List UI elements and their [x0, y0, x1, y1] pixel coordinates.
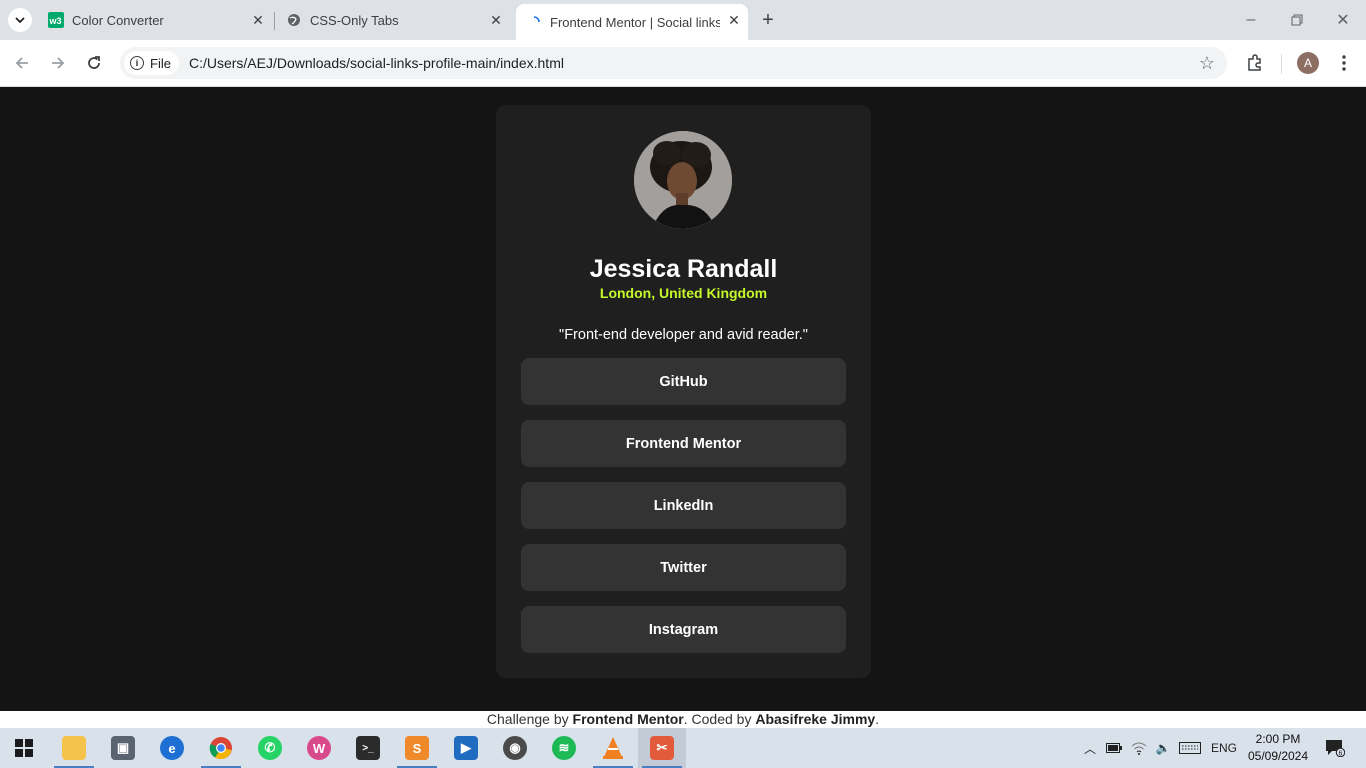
chevron-down-icon — [15, 17, 25, 24]
taskbar-whatsapp[interactable]: ✆ — [246, 728, 294, 768]
language-indicator[interactable]: ENG — [1206, 728, 1242, 768]
tab-title: CSS-Only Tabs — [310, 12, 399, 28]
tab-strip: w3 Color Converter ✕ CSS-Only Tabs ✕ Fro… — [0, 0, 1366, 40]
taskbar-sublime-text[interactable]: S — [393, 728, 441, 768]
whatsapp-icon: ✆ — [258, 736, 282, 760]
chrome-icon — [209, 737, 232, 760]
notification-center-icon[interactable]: 6 — [1320, 728, 1350, 768]
clock-date: 05/09/2024 — [1247, 749, 1309, 763]
info-icon: i — [130, 56, 144, 70]
sublime-text-icon: S — [405, 736, 429, 760]
attribution-footer: Challenge by Frontend Mentor. Coded by A… — [0, 711, 1366, 728]
clock[interactable]: 2:00 PM 05/09/2024 — [1244, 731, 1312, 765]
taskbar-snipping-tool[interactable]: ✂ — [638, 728, 686, 768]
site-info-chip[interactable]: i File — [124, 51, 179, 75]
page-viewport: Jessica Randall London, United Kingdom "… — [0, 87, 1366, 711]
taskbar-file-explorer[interactable] — [50, 728, 98, 768]
taskbar-video-editor[interactable]: ▶ — [442, 728, 490, 768]
linkedin-link-button[interactable]: LinkedIn — [521, 482, 846, 529]
restore-icon[interactable] — [1285, 8, 1309, 32]
minimize-icon[interactable]: – — [1239, 8, 1263, 32]
toolbar-divider — [1281, 54, 1282, 74]
loading-icon — [526, 14, 542, 30]
footer-suffix: . — [875, 711, 880, 727]
profile-name: Jessica Randall — [589, 255, 778, 283]
notification-count: 6 — [1339, 750, 1343, 757]
tab-frontend-mentor[interactable]: Frontend Mentor | Social links p ✕ — [516, 4, 748, 40]
menu-kebab-icon[interactable] — [1332, 51, 1356, 75]
close-icon[interactable]: ✕ — [250, 12, 266, 28]
tab-title: Frontend Mentor | Social links p — [550, 14, 720, 30]
battery-icon[interactable] — [1103, 728, 1125, 768]
edge-icon: e — [160, 736, 184, 760]
taskbar-vlc[interactable] — [589, 728, 637, 768]
tab-search-button[interactable] — [8, 8, 32, 32]
instagram-link-button[interactable]: Instagram — [521, 606, 846, 653]
folder-icon — [62, 736, 86, 760]
profile-bio: "Front-end developer and avid reader." — [559, 327, 808, 343]
author-footer-link[interactable]: Abasifreke Jimmy — [755, 711, 875, 727]
extensions-icon[interactable] — [1243, 51, 1267, 75]
video-editor-icon: ▶ — [454, 736, 478, 760]
taskbar-edge[interactable]: e — [148, 728, 196, 768]
profile-card: Jessica Randall London, United Kingdom "… — [496, 105, 871, 678]
wifi-icon[interactable] — [1128, 728, 1150, 768]
taskbar-store[interactable]: ▣ — [99, 728, 147, 768]
taskbar-chrome[interactable] — [197, 728, 245, 768]
browser-toolbar: i File C:/Users/AEJ/Downloads/social-lin… — [0, 40, 1366, 87]
twitter-link-button[interactable]: Twitter — [521, 544, 846, 591]
wps-office-icon: W — [307, 736, 331, 760]
taskbar-wps-office[interactable]: W — [295, 728, 343, 768]
forward-icon[interactable] — [46, 51, 70, 75]
tab-color-converter[interactable]: w3 Color Converter ✕ — [40, 4, 272, 36]
taskbar-spotify[interactable]: ≋ — [540, 728, 588, 768]
media-player-icon: ◉ — [503, 736, 527, 760]
avatar — [634, 131, 732, 229]
github-link-button[interactable]: GitHub — [521, 358, 846, 405]
scheme-label: File — [150, 55, 171, 71]
footer-middle: . Coded by — [683, 711, 756, 727]
back-icon[interactable] — [10, 51, 34, 75]
close-icon[interactable]: ✕ — [726, 12, 742, 28]
svg-text:w3: w3 — [49, 16, 62, 26]
spotify-icon: ≋ — [552, 736, 576, 760]
frontend-mentor-footer-link[interactable]: Frontend Mentor — [573, 711, 684, 727]
windows-logo-icon — [15, 739, 33, 757]
profile-location: London, United Kingdom — [599, 285, 768, 301]
frontend-mentor-link-button[interactable]: Frontend Mentor — [521, 420, 846, 467]
show-hidden-icons-chevron-icon[interactable]: ︿ — [1080, 728, 1100, 768]
volume-icon[interactable]: 🔈 — [1152, 728, 1174, 768]
profile-avatar[interactable]: A — [1297, 52, 1319, 74]
terminal-icon: >_ — [356, 736, 380, 760]
address-bar[interactable]: i File C:/Users/AEJ/Downloads/social-lin… — [120, 47, 1227, 79]
footer-prefix: Challenge by — [486, 711, 573, 727]
bookmark-star-icon[interactable]: ☆ — [1197, 53, 1217, 73]
vlc-icon — [603, 737, 623, 759]
tab-title: Color Converter — [72, 12, 164, 28]
taskbar-media-player[interactable]: ◉ — [491, 728, 539, 768]
start-button[interactable] — [0, 728, 48, 768]
new-tab-button[interactable]: + — [758, 9, 778, 31]
url-text[interactable]: C:/Users/AEJ/Downloads/social-links-prof… — [189, 55, 564, 71]
close-icon[interactable]: ✕ — [488, 12, 504, 28]
snipping-tool-icon: ✂ — [650, 736, 674, 760]
reload-icon[interactable] — [82, 51, 106, 75]
clock-time: 2:00 PM — [1255, 732, 1301, 746]
tab-css-only-tabs[interactable]: CSS-Only Tabs ✕ — [278, 4, 510, 36]
store-icon: ▣ — [111, 736, 135, 760]
tab-separator — [274, 12, 275, 30]
globe-icon — [286, 12, 302, 28]
w3schools-icon: w3 — [48, 12, 64, 28]
keyboard-icon[interactable] — [1177, 728, 1203, 768]
close-window-icon[interactable]: ✕ — [1331, 8, 1355, 32]
windows-taskbar: ▣ e ✆ W >_ S ▶ ◉ ≋ ✂ ︿ 🔈 ENG 2:00 PM 05/… — [0, 728, 1366, 768]
taskbar-terminal[interactable]: >_ — [344, 728, 392, 768]
